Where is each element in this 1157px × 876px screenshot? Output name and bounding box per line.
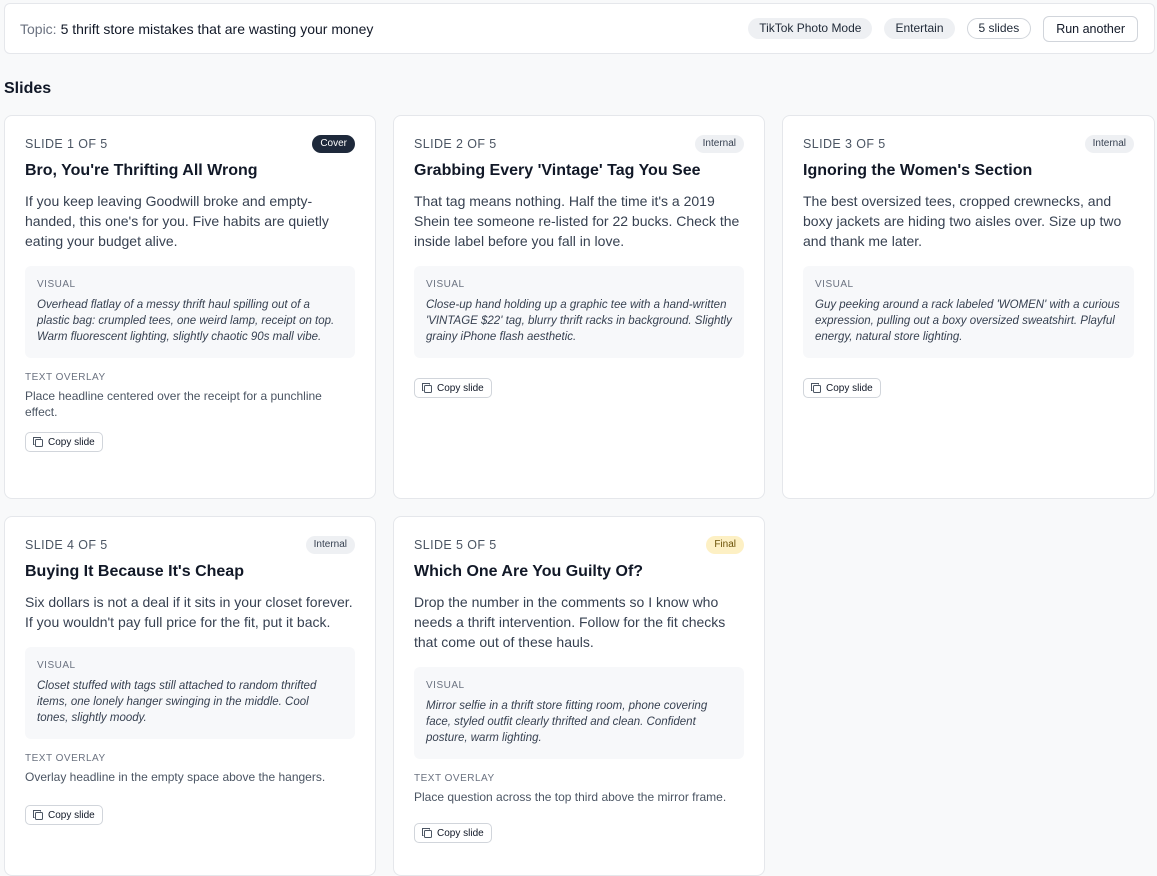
text-overlay-description: Place question across the top third abov… <box>414 790 727 804</box>
copy-slide-button[interactable]: Copy slide <box>25 805 103 825</box>
slide-card-1: SLIDE 1 OF 5 Cover Bro, You're Thrifting… <box>4 115 376 499</box>
slide-body: The best oversized tees, cropped crewnec… <box>803 193 1122 249</box>
copy-icon <box>422 828 432 838</box>
copy-slide-button[interactable]: Copy slide <box>414 823 492 843</box>
slide-title: Grabbing Every 'Vintage' Tag You See <box>414 162 701 179</box>
slide-card-4: SLIDE 4 OF 5 Internal Buying It Because … <box>4 516 376 876</box>
visual-label: VISUAL <box>426 279 465 290</box>
slide-number: SLIDE 2 OF 5 <box>414 137 497 151</box>
copy-slide-label: Copy slide <box>48 809 95 821</box>
slide-number: SLIDE 3 OF 5 <box>803 137 886 151</box>
copy-slide-label: Copy slide <box>437 827 484 839</box>
visual-label: VISUAL <box>37 279 76 290</box>
run-another-button[interactable]: Run another <box>1043 15 1138 42</box>
visual-label: VISUAL <box>37 660 76 671</box>
text-overlay-description: Overlay headline in the empty space abov… <box>25 770 326 784</box>
text-overlay-label: TEXT OVERLAY <box>25 753 106 764</box>
slide-title: Buying It Because It's Cheap <box>25 563 244 580</box>
visual-description: Closet stuffed with tags still attached … <box>37 680 317 724</box>
internal-badge: Internal <box>1084 135 1134 153</box>
text-overlay-description: Place headline centered over the receipt… <box>25 389 322 419</box>
slide-body: Six dollars is not a deal if it sits in … <box>25 594 353 630</box>
slide-card-2: SLIDE 2 OF 5 Internal Grabbing Every 'Vi… <box>393 115 765 499</box>
copy-slide-button[interactable]: Copy slide <box>803 378 881 398</box>
slide-title: Ignoring the Women's Section <box>803 162 1033 179</box>
copy-icon <box>33 437 43 447</box>
slide-body: That tag means nothing. Half the time it… <box>414 193 740 249</box>
copy-slide-label: Copy slide <box>48 436 95 448</box>
internal-badge: Internal <box>694 135 744 153</box>
visual-description: Overhead flatlay of a messy thrift haul … <box>37 299 335 343</box>
copy-slide-button[interactable]: Copy slide <box>25 432 103 452</box>
copy-icon <box>33 810 43 820</box>
visual-description: Close-up hand holding up a graphic tee w… <box>426 299 732 343</box>
cover-badge: Cover <box>312 135 355 153</box>
visual-description: Guy peeking around a rack labeled 'WOMEN… <box>815 299 1120 343</box>
slide-card-5: SLIDE 5 OF 5 Final Which One Are You Gui… <box>393 516 765 876</box>
tone-pill: Entertain <box>884 18 955 39</box>
copy-slide-label: Copy slide <box>437 382 484 394</box>
slide-number: SLIDE 5 OF 5 <box>414 538 497 552</box>
copy-icon <box>811 383 821 393</box>
format-pill: TikTok Photo Mode <box>748 18 873 39</box>
visual-box: VISUAL Closet stuffed with tags still at… <box>25 647 355 739</box>
slide-number: SLIDE 4 OF 5 <box>25 538 108 552</box>
text-overlay-label: TEXT OVERLAY <box>414 773 495 784</box>
visual-description: Mirror selfie in a thrift store fitting … <box>426 700 708 744</box>
copy-slide-label: Copy slide <box>826 382 873 394</box>
slide-title: Which One Are You Guilty Of? <box>414 563 644 580</box>
slide-number: SLIDE 1 OF 5 <box>25 137 108 151</box>
topic-label: Topic: <box>20 20 57 37</box>
slide-body: If you keep leaving Goodwill broke and e… <box>25 193 329 249</box>
topic-bar: Topic: 5 thrift store mistakes that are w… <box>4 3 1155 54</box>
copy-slide-button[interactable]: Copy slide <box>414 378 492 398</box>
topic-value: 5 thrift store mistakes that are wasting… <box>60 20 374 37</box>
visual-box: VISUAL Overhead flatlay of a messy thrif… <box>25 266 355 358</box>
slide-card-3: SLIDE 3 OF 5 Internal Ignoring the Women… <box>782 115 1155 499</box>
section-title: Slides <box>4 80 52 97</box>
slide-title: Bro, You're Thrifting All Wrong <box>25 162 258 179</box>
visual-box: VISUAL Guy peeking around a rack labeled… <box>803 266 1134 358</box>
internal-badge: Internal <box>305 536 355 554</box>
visual-box: VISUAL Mirror selfie in a thrift store f… <box>414 667 744 759</box>
topic: Topic: 5 thrift store mistakes that are w… <box>20 21 736 37</box>
slide-body: Drop the number in the comments so I kno… <box>414 594 726 650</box>
slide-count-pill: 5 slides <box>966 18 1032 39</box>
visual-label: VISUAL <box>426 680 465 691</box>
visual-box: VISUAL Close-up hand holding up a graphi… <box>414 266 744 358</box>
visual-label: VISUAL <box>815 279 854 290</box>
copy-icon <box>422 383 432 393</box>
text-overlay-label: TEXT OVERLAY <box>25 372 106 383</box>
final-badge: Final <box>706 536 744 554</box>
